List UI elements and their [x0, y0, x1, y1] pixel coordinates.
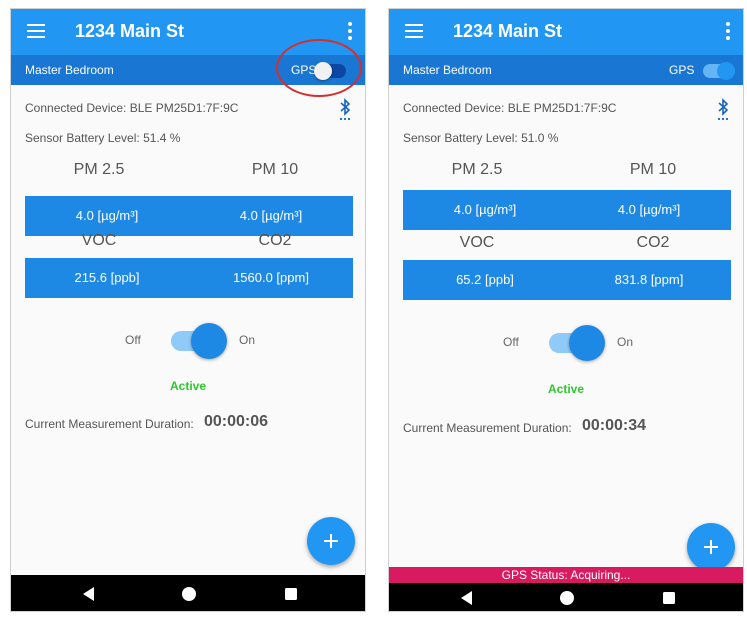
measurement-on-label: On: [239, 333, 256, 347]
pm-values-bar: 4.0 [µg/m³] 4.0 [µg/m³]: [25, 196, 353, 236]
gas-values-bar: 65.2 [ppb] 831.8 [ppm]: [403, 260, 731, 300]
gps-label: GPS: [669, 63, 695, 77]
battery-value: 51.4 %: [143, 131, 181, 145]
battery-label: Sensor Battery Level:: [403, 131, 518, 145]
measurement-toggle-thumb: [191, 323, 227, 359]
device-value: BLE PM25D1:7F:9C: [129, 101, 239, 115]
pm25-value: 4.0 [µg/m³]: [75, 208, 139, 223]
room-name: Master Bedroom: [25, 63, 114, 77]
measurement-off-label: Off: [503, 335, 519, 349]
pm-values-bar: 4.0 [µg/m³] 4.0 [µg/m³]: [403, 190, 731, 230]
co2-value: 831.8 [ppm]: [614, 272, 684, 287]
measurement-toggle[interactable]: [549, 325, 609, 361]
room-bar: Master Bedroom GPS: [11, 55, 365, 85]
more-vert-icon[interactable]: [725, 22, 731, 42]
bluetooth-searching-icon[interactable]: [337, 98, 353, 122]
gps-toggle-thumb: [314, 62, 332, 80]
nav-back-icon[interactable]: [79, 584, 99, 604]
add-fab-button[interactable]: [687, 523, 735, 571]
add-icon: [704, 540, 718, 554]
nav-back-icon[interactable]: [457, 588, 477, 608]
bluetooth-searching-icon[interactable]: [715, 98, 731, 122]
room-name: Master Bedroom: [403, 63, 492, 77]
voc-value: 65.2 [ppb]: [456, 272, 514, 287]
hamburger-menu-icon[interactable]: [405, 24, 423, 38]
hamburger-menu-icon[interactable]: [27, 24, 45, 38]
gps-toggle-thumb: [717, 62, 735, 80]
voc-heading: VOC: [459, 234, 495, 251]
app-title: 1234 Main St: [75, 21, 185, 41]
battery-value: 51.0 %: [521, 131, 559, 145]
app-bar: 1234 Main St: [11, 9, 365, 55]
device-label: Connected Device:: [25, 101, 127, 115]
duration-label: Current Measurement Duration:: [403, 421, 572, 435]
measurement-toggle-thumb: [569, 325, 605, 361]
gps-toggle[interactable]: [703, 62, 735, 80]
measurement-status: Active: [547, 382, 585, 396]
device-value: BLE PM25D1:7F:9C: [507, 101, 617, 115]
pm10-value: 4.0 [µg/m³]: [239, 208, 303, 223]
voc-value: 215.6 [ppb]: [74, 270, 140, 285]
pm10-value: 4.0 [µg/m³]: [617, 202, 681, 217]
nav-home-icon[interactable]: [179, 584, 199, 604]
gps-status-banner: GPS Status: Acquiring...: [389, 567, 743, 583]
gas-values-bar: 215.6 [ppb] 1560.0 [ppm]: [25, 258, 353, 298]
pm10-heading: PM 10: [629, 161, 677, 178]
connected-device-line: Connected Device: BLE PM25D1:7F:9C: [403, 101, 616, 115]
co2-heading: CO2: [258, 232, 292, 249]
duration-label: Current Measurement Duration:: [25, 417, 194, 431]
battery-level-line: Sensor Battery Level: 51.4 %: [25, 131, 180, 145]
connected-device-line: Connected Device: BLE PM25D1:7F:9C: [25, 101, 238, 115]
co2-heading: CO2: [636, 234, 670, 251]
pm25-value: 4.0 [µg/m³]: [453, 202, 517, 217]
system-nav-bar: [389, 583, 743, 611]
room-bar: Master Bedroom GPS: [389, 55, 743, 85]
app-bar: 1234 Main St: [389, 9, 743, 55]
battery-label: Sensor Battery Level:: [25, 131, 140, 145]
pm25-heading: PM 2.5: [73, 161, 125, 178]
comparison-stage: 1234 Main St Master Bedroom GPS Connecte…: [0, 0, 747, 618]
more-vert-icon[interactable]: [347, 22, 353, 42]
app-title: 1234 Main St: [453, 21, 563, 41]
gps-label: GPS: [291, 63, 317, 77]
nav-home-icon[interactable]: [557, 588, 577, 608]
measurement-on-label: On: [617, 335, 634, 349]
phone-screen-gps-off: 1234 Main St Master Bedroom GPS Connecte…: [10, 8, 366, 612]
device-label: Connected Device:: [403, 101, 505, 115]
system-nav-bar: [11, 575, 365, 611]
add-fab-button[interactable]: [307, 517, 355, 565]
add-icon: [324, 534, 338, 548]
nav-recents-icon[interactable]: [659, 588, 679, 608]
voc-heading: VOC: [81, 232, 117, 249]
duration-value: 00:00:34: [582, 417, 647, 434]
nav-recents-icon[interactable]: [281, 584, 301, 604]
duration-value: 00:00:06: [204, 413, 269, 430]
co2-value: 1560.0 [ppm]: [233, 270, 309, 285]
gps-toggle[interactable]: [314, 62, 346, 80]
measurement-toggle[interactable]: [171, 323, 231, 359]
pm10-heading: PM 10: [251, 161, 299, 178]
pm25-heading: PM 2.5: [451, 161, 503, 178]
battery-level-line: Sensor Battery Level: 51.0 %: [403, 131, 558, 145]
phone-screen-gps-on: 1234 Main St Master Bedroom GPS Connecte…: [388, 8, 744, 612]
measurement-status: Active: [169, 379, 207, 393]
measurement-off-label: Off: [125, 333, 141, 347]
